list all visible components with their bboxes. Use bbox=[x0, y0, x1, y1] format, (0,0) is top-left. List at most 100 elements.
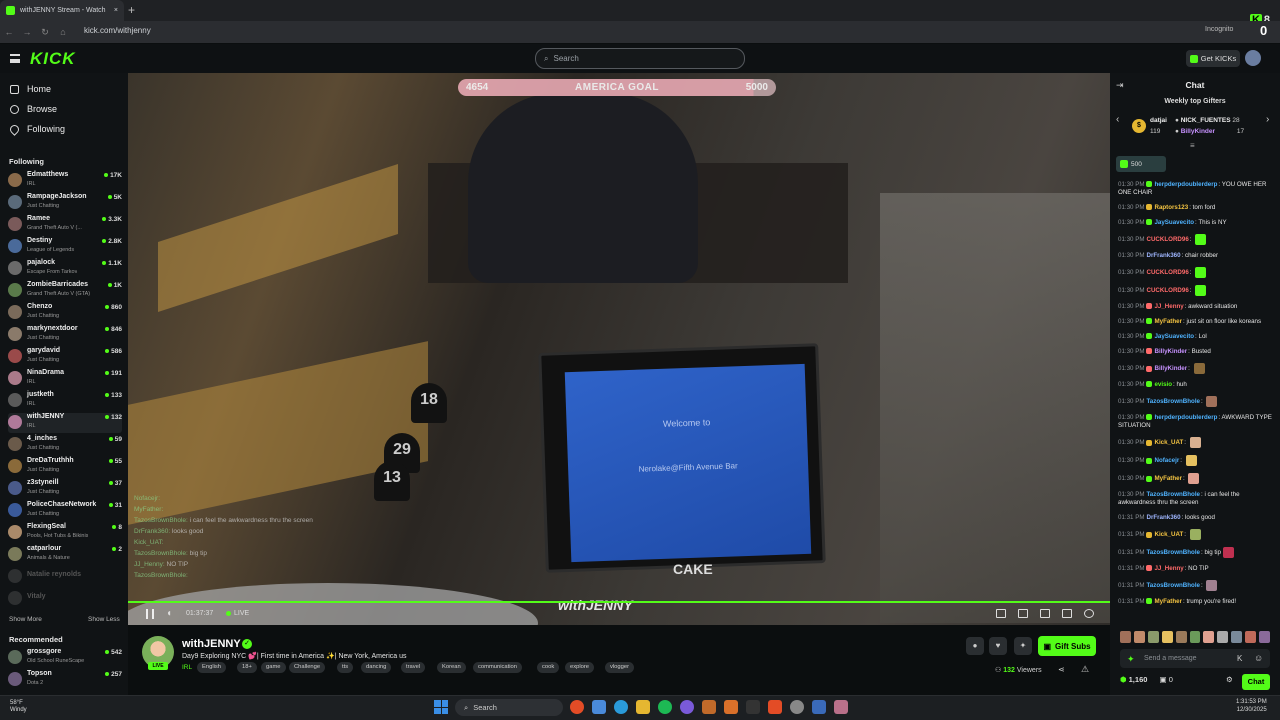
sparkle-icon[interactable]: ✦ bbox=[1014, 637, 1032, 655]
volume-icon[interactable]: ◖ bbox=[166, 608, 172, 619]
pause-icon[interactable] bbox=[146, 609, 154, 619]
follow-heart-icon[interactable]: ♥ bbox=[989, 637, 1007, 655]
chat-username[interactable]: Nofacejr bbox=[1154, 457, 1179, 464]
chat-username[interactable]: MyFather bbox=[1154, 318, 1182, 325]
user-avatar[interactable] bbox=[1245, 50, 1261, 66]
chat-username[interactable]: Raptors123 bbox=[1154, 204, 1188, 211]
obs-icon[interactable] bbox=[680, 700, 694, 714]
chat-username[interactable]: DrFrank360 bbox=[1146, 514, 1180, 521]
url-field[interactable]: kick.com/withjenny bbox=[84, 26, 151, 35]
stream-tag[interactable]: vlogger bbox=[605, 662, 635, 673]
stream-tag[interactable]: communication bbox=[473, 662, 522, 673]
sidebar-channel[interactable]: Ramee Grand Theft Auto V (... 3.3K bbox=[8, 215, 122, 235]
back-icon[interactable]: ← bbox=[0, 27, 18, 37]
stream-tag[interactable]: Korean bbox=[437, 662, 466, 673]
emote-icon[interactable] bbox=[1189, 631, 1201, 643]
sidebar-channel[interactable]: DreDaTruthhh Just Chatting 55 bbox=[8, 457, 122, 477]
show-less-button[interactable]: Show Less bbox=[88, 616, 120, 623]
gifter-2[interactable]: ● NICK_FUENTES 28 bbox=[1175, 117, 1240, 124]
chevron-right-icon[interactable]: › bbox=[1266, 114, 1269, 125]
emote-icon[interactable] bbox=[1161, 631, 1173, 643]
chat-username[interactable]: JaySuavecito bbox=[1154, 333, 1194, 340]
chat-username[interactable]: JaySuavecito bbox=[1154, 219, 1194, 226]
fullscreen-icon[interactable] bbox=[1062, 609, 1072, 618]
stream-tag[interactable]: game bbox=[261, 662, 286, 673]
taskbar-search[interactable]: ⌕ Search bbox=[455, 699, 563, 716]
gift-subs-button[interactable]: ▣ Gift Subs bbox=[1038, 636, 1096, 656]
get-kicks-button[interactable]: Get KICKs bbox=[1186, 50, 1240, 67]
app-icon[interactable] bbox=[812, 700, 826, 714]
pip-icon[interactable] bbox=[1040, 609, 1050, 618]
sidebar-channel[interactable]: NinaDrama IRL 191 bbox=[8, 369, 122, 389]
chat-username[interactable]: BillyKinder bbox=[1154, 365, 1187, 372]
chat-username[interactable]: JJ_Henny bbox=[1154, 565, 1183, 572]
sidebar-channel-offline[interactable]: Natalie reynolds bbox=[8, 567, 122, 587]
chat-username[interactable]: TazosBrownBhole bbox=[1146, 491, 1200, 498]
report-icon[interactable]: ⚠ bbox=[1081, 664, 1089, 675]
emote-icon[interactable] bbox=[1120, 631, 1131, 643]
stream-tag[interactable]: cook bbox=[537, 662, 560, 673]
gifter-1[interactable]: datjai bbox=[1150, 117, 1167, 124]
streamer-name[interactable]: withJENNY bbox=[182, 638, 241, 650]
emote-icon[interactable] bbox=[1231, 631, 1243, 643]
stream-tag[interactable]: English bbox=[197, 662, 227, 673]
emote-icon[interactable] bbox=[1259, 631, 1270, 643]
chevron-left-icon[interactable]: ‹ bbox=[1116, 114, 1119, 125]
sidebar-channel[interactable]: justketh IRL 133 bbox=[8, 391, 122, 411]
sidebar-channel[interactable]: Chenzo Just Chatting 860 bbox=[8, 303, 122, 323]
smiley-icon[interactable]: ☺ bbox=[1254, 653, 1263, 663]
theater-icon[interactable] bbox=[1018, 609, 1028, 618]
sidebar-item-browse[interactable]: Browse bbox=[10, 104, 57, 114]
edge-icon[interactable] bbox=[614, 700, 628, 714]
chat-username[interactable]: MyFather bbox=[1154, 475, 1182, 482]
app-icon[interactable] bbox=[724, 700, 738, 714]
stream-category[interactable]: IRL bbox=[182, 664, 192, 671]
share-icon[interactable]: ⋖ bbox=[1058, 665, 1065, 674]
app-icon[interactable] bbox=[834, 700, 848, 714]
chat-username[interactable]: TazosBrownBhole bbox=[1146, 398, 1200, 405]
chat-username[interactable]: Kick_UAT bbox=[1154, 439, 1183, 446]
weather-widget[interactable]: 58°F Windy bbox=[10, 700, 27, 714]
emote-icon[interactable] bbox=[1245, 631, 1257, 643]
spotify-icon[interactable] bbox=[658, 700, 672, 714]
notification-bell-icon[interactable]: ● bbox=[966, 637, 984, 655]
gifter-3[interactable]: ● BillyKinder 17 bbox=[1175, 128, 1244, 135]
chat-username[interactable]: MyFather bbox=[1154, 598, 1182, 605]
system-clock[interactable]: 1:31:53 PM 12/30/2025 bbox=[1236, 698, 1267, 714]
chat-username[interactable]: CUCKLORD96 bbox=[1146, 269, 1188, 276]
clip-icon[interactable] bbox=[996, 609, 1006, 618]
recommended-channel[interactable]: grossgore Old School RuneScape 542 bbox=[8, 648, 122, 668]
video-player[interactable]: 18 29 13 Welcome to Nerolake@Fifth Avenu… bbox=[128, 73, 1110, 625]
emote-icon[interactable] bbox=[1133, 631, 1145, 643]
home-icon[interactable]: ⌂ bbox=[54, 27, 72, 37]
chat-username[interactable]: BillyKinder bbox=[1154, 348, 1187, 355]
show-more-button[interactable]: Show More bbox=[9, 616, 42, 623]
emote-icon[interactable] bbox=[1203, 631, 1215, 643]
windows-start-icon[interactable] bbox=[434, 700, 448, 714]
app-icon[interactable] bbox=[702, 700, 716, 714]
pinned-kicks[interactable]: 500 bbox=[1116, 156, 1166, 172]
chat-username[interactable]: DrFrank360 bbox=[1146, 252, 1180, 259]
forward-icon[interactable]: → bbox=[18, 27, 36, 37]
kick-emote-icon[interactable]: K bbox=[1237, 654, 1242, 663]
stream-tag[interactable]: Challenge bbox=[289, 662, 326, 673]
folder-icon[interactable] bbox=[636, 700, 650, 714]
stream-tag[interactable]: explore bbox=[565, 662, 595, 673]
sidebar-channel[interactable]: RampageJackson Just Chatting 5K bbox=[8, 193, 122, 213]
chat-username[interactable]: evisio bbox=[1154, 381, 1172, 388]
recommended-channel[interactable]: Topson Dota 2 257 bbox=[8, 670, 122, 690]
sidebar-channel[interactable]: pajalock Escape From Tarkov 1.1K bbox=[8, 259, 122, 279]
chat-username[interactable]: TazosBrownBhole bbox=[1146, 582, 1200, 589]
chat-username[interactable]: CUCKLORD96 bbox=[1146, 236, 1188, 243]
kick-logo[interactable]: KICK bbox=[30, 49, 76, 69]
progress-bar[interactable] bbox=[128, 601, 1110, 603]
chat-username[interactable]: herpderpdoublerderp bbox=[1154, 414, 1217, 421]
files-icon[interactable] bbox=[592, 700, 606, 714]
sidebar-channel[interactable]: z3styneill Just Chatting 37 bbox=[8, 479, 122, 499]
chrome-icon[interactable] bbox=[570, 700, 584, 714]
tab-close-icon[interactable]: × bbox=[114, 7, 118, 14]
stream-tag[interactable]: tts bbox=[337, 662, 354, 673]
brave-icon[interactable] bbox=[768, 700, 782, 714]
reload-icon[interactable]: ↻ bbox=[36, 27, 54, 38]
browser-tab[interactable]: withJENNY Stream - Watch × bbox=[0, 0, 124, 21]
